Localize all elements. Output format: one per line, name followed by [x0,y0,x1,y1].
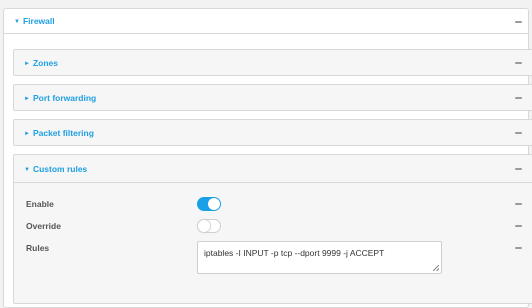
panel-packet-filtering-label: Packet filtering [32,128,94,138]
triangle-right-icon: ► [24,131,30,137]
panel-packet-filtering[interactable]: ► Packet filtering [13,119,532,146]
enable-toggle[interactable] [197,197,221,211]
triangle-right-icon: ► [24,96,30,102]
override-toggle[interactable] [197,219,221,233]
dash-menu-icon[interactable] [515,132,522,134]
firewall-section: ▼ Firewall ► Zones ► Port forwarding ► Packe… [3,8,532,308]
firewall-title-label: Firewall [22,16,55,26]
enable-label: Enable [26,199,54,209]
triangle-down-icon: ▼ [24,167,30,173]
rules-label: Rules [26,243,50,253]
dash-menu-icon[interactable] [515,168,522,170]
panel-zones-title[interactable]: ► Zones [24,50,58,77]
firewall-title[interactable]: ▼ Firewall [14,9,55,34]
resize-handle-icon[interactable] [433,265,439,271]
panel-packet-filtering-title[interactable]: ► Packet filtering [24,120,94,147]
toggle-knob [198,220,210,232]
triangle-right-icon: ► [24,61,30,67]
custom-rules-label: Custom rules [32,164,88,174]
custom-rules-title[interactable]: ▼ Custom rules [24,155,87,183]
dash-menu-icon[interactable] [515,62,522,64]
dash-menu-icon[interactable] [515,97,522,99]
firewall-header[interactable]: ▼ Firewall [4,9,528,34]
dash-menu-icon[interactable] [515,21,522,23]
rules-text: iptables -I INPUT -p tcp --dport 9999 -j… [204,248,385,258]
panel-custom-rules: ▼ Custom rules Enable Override Rules ipta… [13,154,532,304]
panel-port-forwarding-title[interactable]: ► Port forwarding [24,85,96,112]
panel-zones-label: Zones [32,58,58,68]
triangle-down-icon: ▼ [14,19,20,25]
panel-zones[interactable]: ► Zones [13,49,532,76]
override-label: Override [26,221,61,231]
dash-menu-icon[interactable] [515,225,522,227]
panel-port-forwarding[interactable]: ► Port forwarding [13,84,532,111]
rules-textarea[interactable]: iptables -I INPUT -p tcp --dport 9999 -j… [197,241,442,274]
dash-menu-icon[interactable] [515,247,522,249]
dash-menu-icon[interactable] [515,203,522,205]
custom-rules-header[interactable]: ▼ Custom rules [14,155,532,183]
panel-port-forwarding-label: Port forwarding [32,93,97,103]
toggle-knob [208,198,220,210]
